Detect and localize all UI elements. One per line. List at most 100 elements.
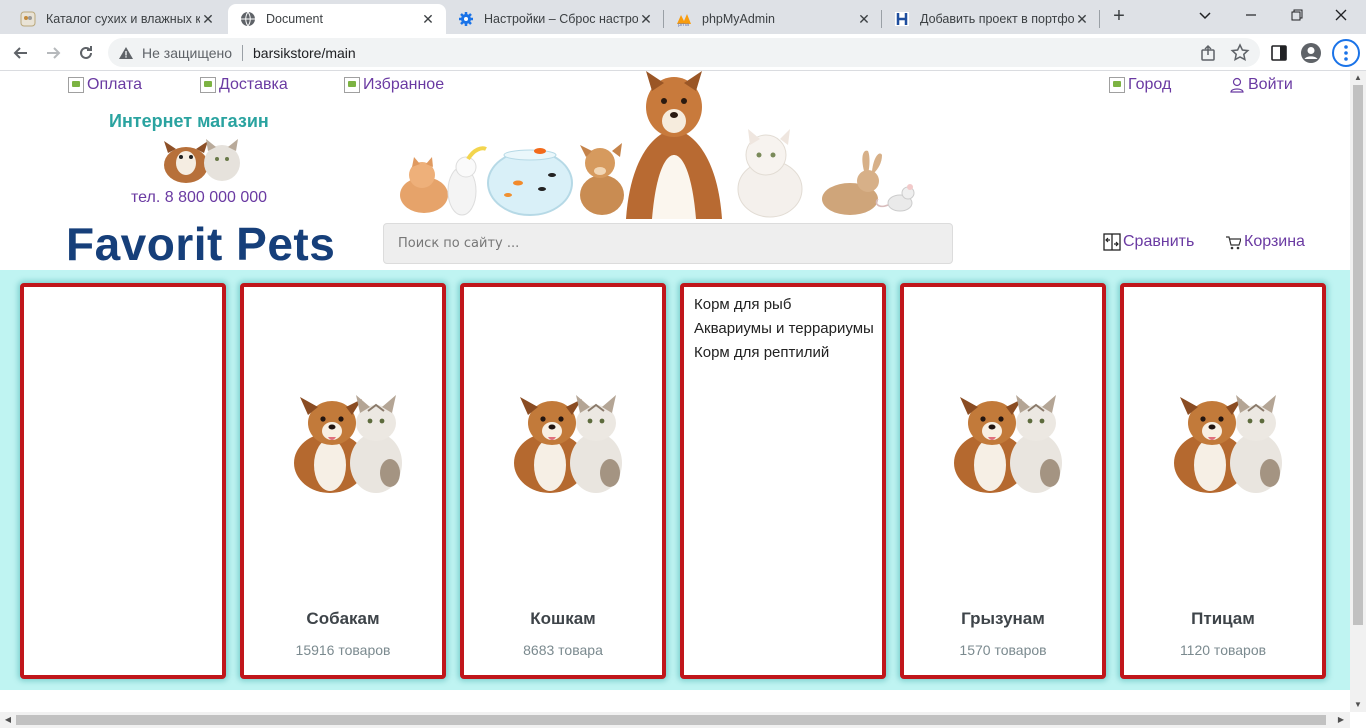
scrollbar-thumb[interactable] [16,715,1326,725]
back-icon[interactable] [9,41,33,65]
payment-link[interactable]: Оплата [68,76,142,94]
category-submenu: Корм для рыб Аквариумы и террариумы Корм… [694,297,874,369]
favorites-icon [344,77,360,93]
category-count: 1570 товаров [959,642,1047,658]
compare-icon [1103,233,1121,251]
new-tab-button[interactable]: + [1108,6,1130,28]
submenu-item[interactable]: Корм для рептилий [694,345,874,361]
svg-text:pma: pma [678,22,689,27]
tab-title: Document [266,12,323,26]
city-link[interactable]: Город [1109,76,1171,94]
scroll-up-icon[interactable]: ▲ [1350,71,1366,85]
category-count: 1120 товаров [1179,642,1267,658]
close-tab-icon[interactable]: ✕ [638,11,654,27]
close-tab-icon[interactable]: ✕ [1074,11,1090,27]
phpmyadmin-icon: pma [676,11,692,27]
phone-number[interactable]: тел. 8 800 000 000 [131,189,267,207]
category-count: 8683 товара [523,642,603,658]
gear-icon [458,11,474,27]
restore-icon[interactable] [1286,4,1308,26]
cart-icon [1225,234,1241,250]
city-link-label[interactable]: Город [1128,76,1171,94]
browser-tab[interactable]: Настройки – Сброс настрое ✕ [446,4,664,34]
submenu-item[interactable]: Аквариумы и террариумы [694,321,874,337]
category-pets-image [1174,395,1282,493]
submenu-item[interactable]: Корм для рыб [694,297,874,313]
catalog-favicon-icon [20,11,36,27]
close-tab-icon[interactable]: ✕ [200,11,216,27]
login-link-label[interactable]: Войти [1248,76,1293,94]
side-panel-icon[interactable] [1268,42,1290,64]
scrollbar-thumb[interactable] [1353,85,1363,625]
category-pets-image [954,395,1062,493]
browser-toolbar: Не защищено barsikstore/main [0,34,1366,71]
tab-search-icon[interactable] [1194,4,1216,26]
browser-tab[interactable]: pma phpMyAdmin ✕ [664,4,882,34]
browser-tab[interactable]: Каталог сухих и влажных ко ✕ [8,4,226,34]
address-bar[interactable]: Не защищено barsikstore/main [108,38,1260,67]
delivery-link-label[interactable]: Доставка [219,76,288,94]
tab-separator [1099,10,1100,28]
compare-link-label[interactable]: Сравнить [1123,233,1194,251]
tab-title: phpMyAdmin [702,12,775,26]
tab-title: Настройки – Сброс настрое [484,12,638,26]
search-input[interactable]: Поиск по сайту ... [383,223,953,264]
delivery-icon [200,77,216,93]
city-icon [1109,77,1125,93]
cart-link-label[interactable]: Корзина [1244,233,1305,251]
hero-pets-image [400,71,915,219]
close-tab-icon[interactable]: ✕ [856,11,872,27]
menu-icon[interactable] [1332,39,1360,67]
category-name[interactable]: Грызунам [904,609,1102,629]
close-window-icon[interactable] [1330,4,1352,26]
minimize-icon[interactable] [1240,4,1262,26]
url-text[interactable]: barsikstore/main [253,45,356,61]
vertical-scrollbar[interactable]: ▲ ▼ [1350,71,1366,712]
category-card-fish-reptiles[interactable]: Корм для рыб Аквариумы и террариумы Корм… [680,283,886,679]
compare-link[interactable]: Сравнить [1103,233,1194,251]
category-name[interactable]: Собакам [244,609,442,629]
scroll-right-icon[interactable]: ▶ [1334,712,1348,728]
tab-title: Каталог сухих и влажных ко [46,12,200,26]
shop-name: Интернет магазин [109,111,269,131]
category-card-birds[interactable]: Птицам 1120 товаров [1120,283,1326,679]
category-card-empty[interactable] [20,283,226,679]
browser-tab-active[interactable]: Document ✕ [228,4,446,34]
close-tab-icon[interactable]: ✕ [420,11,436,27]
divider [242,44,243,61]
tab-title: Добавить проект в портфол [920,12,1074,26]
scroll-down-icon[interactable]: ▼ [1350,698,1366,712]
category-name[interactable]: Птицам [1124,609,1322,629]
tab-separator [881,10,882,28]
warning-icon[interactable] [118,45,134,61]
tab-separator [663,10,664,28]
login-link[interactable]: Войти [1229,76,1293,94]
category-card-dogs[interactable]: Собакам 15916 товаров [240,283,446,679]
category-card-cats[interactable]: Кошкам 8683 товара [460,283,666,679]
category-card-rodents[interactable]: Грызунам 1570 товаров [900,283,1106,679]
category-pets-image [294,395,402,493]
scroll-left-icon[interactable]: ◀ [1,712,15,728]
browser-tab[interactable]: Добавить проект в портфол ✕ [882,4,1100,34]
share-icon[interactable] [1198,42,1220,64]
h-logo-icon [894,11,910,27]
forward-icon[interactable] [41,41,65,65]
favorites-link-label[interactable]: Избранное [363,76,444,94]
globe-icon [240,11,256,27]
payment-link-label[interactable]: Оплата [87,76,142,94]
security-label[interactable]: Не защищено [142,45,232,61]
cart-link[interactable]: Корзина [1225,233,1305,251]
category-name[interactable]: Кошкам [464,609,662,629]
browser-tab-strip: Каталог сухих и влажных ко ✕ Document ✕ … [0,0,1366,34]
delivery-link[interactable]: Доставка [200,76,288,94]
logo-pets-image [164,139,240,183]
star-icon[interactable] [1229,42,1251,64]
payment-icon [68,77,84,93]
favorites-link[interactable]: Избранное [344,76,444,94]
reload-icon[interactable] [74,41,98,65]
brand-logo[interactable]: Favorit Pets [66,217,335,271]
profile-icon[interactable] [1300,42,1322,64]
horizontal-scrollbar[interactable]: ◀ ▶ [0,712,1350,728]
search-placeholder: Поиск по сайту ... [398,236,520,251]
page-viewport: Оплата Доставка Избранное Город Войти Ин… [0,71,1350,712]
